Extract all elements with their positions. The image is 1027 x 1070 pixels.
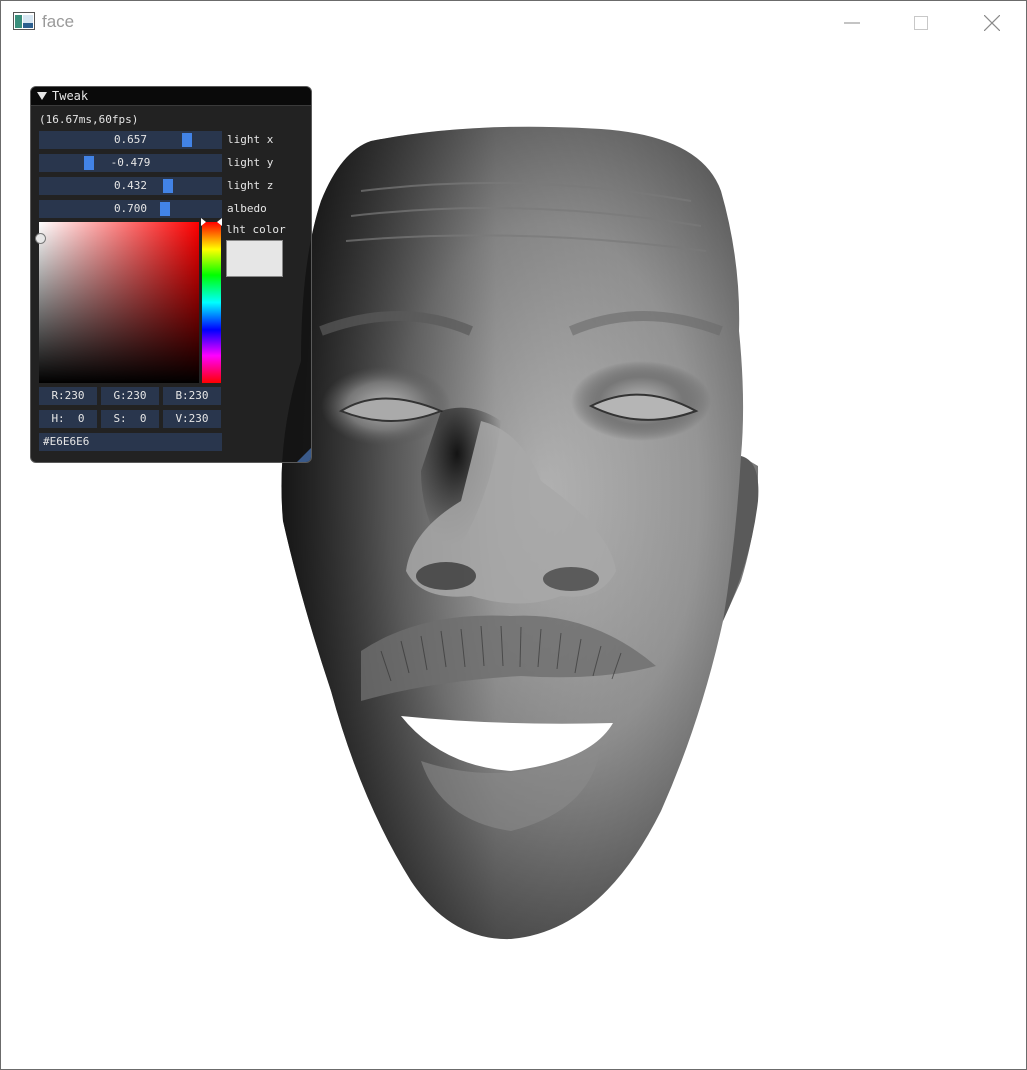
light-x-value: 0.657: [113, 133, 148, 146]
tweak-panel: Tweak (16.67ms,60fps) 0.657 light x -0.4…: [30, 86, 312, 463]
app-window: face Tweak (16.67ms,60fps) 0.657 light x…: [0, 0, 1027, 1070]
minimize-icon: [844, 22, 860, 24]
light-y-slider-track[interactable]: -0.479: [39, 154, 222, 172]
light-x-slider-track[interactable]: 0.657: [39, 131, 222, 149]
color-swatch[interactable]: [226, 240, 283, 277]
albedo-value: 0.700: [113, 202, 148, 215]
light-x-label: light x: [227, 133, 274, 146]
light-color-label: lht color: [226, 223, 286, 236]
resize-grip-icon[interactable]: [297, 448, 311, 462]
title-bar[interactable]: face: [1, 1, 1026, 45]
hue-slider[interactable]: [202, 222, 221, 383]
sv-picker-cursor[interactable]: [35, 233, 46, 244]
light-z-label: light z: [227, 179, 274, 192]
app-window-icon: [13, 12, 35, 30]
red-channel-field[interactable]: R:230: [39, 387, 97, 405]
hue-marker-right-icon: [217, 218, 222, 226]
close-icon: [984, 15, 1000, 31]
albedo-label: albedo: [227, 202, 267, 215]
slider-light-z[interactable]: 0.432 light z: [39, 177, 309, 195]
saturation-value-picker[interactable]: [39, 222, 199, 383]
slider-light-y[interactable]: -0.479 light y: [39, 154, 309, 172]
collapse-arrow-icon[interactable]: [37, 92, 47, 100]
saturation-channel-field[interactable]: S: 0: [101, 410, 159, 428]
maximize-icon: [914, 16, 928, 30]
light-y-label: light y: [227, 156, 274, 169]
fps-readout: (16.67ms,60fps): [39, 113, 139, 126]
slider-albedo[interactable]: 0.700 albedo: [39, 200, 309, 218]
green-channel-field[interactable]: G:230: [101, 387, 159, 405]
light-z-slider-track[interactable]: 0.432: [39, 177, 222, 195]
minimize-button[interactable]: [829, 1, 875, 45]
window-title: face: [42, 12, 75, 31]
hue-channel-field[interactable]: H: 0: [39, 410, 97, 428]
hue-marker-left-icon: [201, 218, 206, 226]
albedo-slider-track[interactable]: 0.700: [39, 200, 222, 218]
hex-color-field[interactable]: #E6E6E6: [39, 433, 222, 451]
value-channel-field[interactable]: V:230: [163, 410, 221, 428]
maximize-button[interactable]: [898, 1, 944, 45]
light-y-value: -0.479: [110, 156, 151, 169]
light-z-value: 0.432: [113, 179, 148, 192]
blue-channel-field[interactable]: B:230: [163, 387, 221, 405]
slider-light-x[interactable]: 0.657 light x: [39, 131, 309, 149]
tweak-panel-header[interactable]: Tweak: [31, 87, 311, 106]
tweak-panel-title: Tweak: [52, 89, 89, 103]
close-button[interactable]: [969, 1, 1015, 45]
